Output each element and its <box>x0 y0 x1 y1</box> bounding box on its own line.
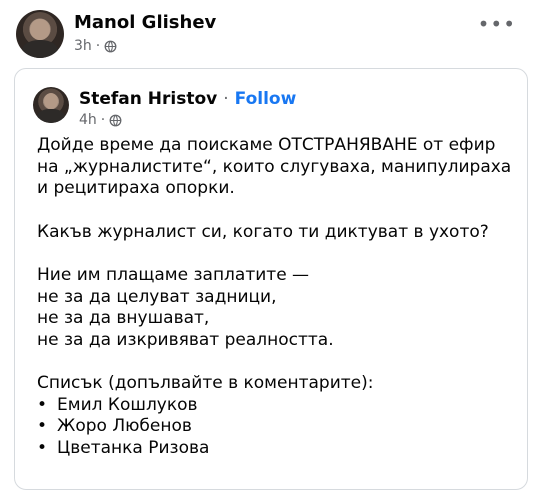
list-item: • Цветанка Ризова <box>37 438 517 460</box>
post-line: не за да целуват задници, <box>37 286 277 307</box>
shared-author-row: Stefan Hristov · Follow <box>79 89 296 109</box>
bullet: • <box>37 416 48 436</box>
list-item: • Жоро Любенов <box>37 416 517 438</box>
post-line: Ние им плащаме заплатите — <box>37 265 310 285</box>
post-line: Какъв журналист си, когато ти диктуват в… <box>37 221 489 242</box>
list-item-text: Емил Кошлуков <box>57 394 198 415</box>
list-item: • Емил Кошлуков <box>37 395 517 417</box>
shared-author-avatar[interactable] <box>33 87 69 123</box>
post-line: Списък (допълвайте в коментарите): <box>37 373 374 393</box>
more-horizontal-icon[interactable]: ••• <box>478 12 516 36</box>
shared-post-card[interactable]: Stefan Hristov · Follow 4h · Дойде време… <box>14 68 528 490</box>
post-line: не за да внушават, <box>37 308 210 328</box>
bullet: • <box>37 437 48 458</box>
meta-separator: · <box>95 38 101 54</box>
shared-post-meta: 4h · <box>79 112 122 128</box>
post-line: Дойде време да поискаме ОТСТРАНЯВАНЕ от … <box>37 135 496 155</box>
outer-post-header: Manol Glishev 3h · ••• <box>0 0 534 70</box>
post-text: Дойде време да поискаме ОТСТРАНЯВАНЕ от … <box>37 135 517 459</box>
post-meta: 3h · <box>74 38 117 54</box>
bullet: • <box>37 394 48 415</box>
post-time[interactable]: 3h <box>74 38 92 54</box>
globe-icon <box>104 40 117 52</box>
name-separator: · <box>223 89 229 109</box>
post-line: на „журналистите“, които слугуваха, мани… <box>37 156 512 177</box>
globe-icon <box>109 114 122 126</box>
follow-button[interactable]: Follow <box>235 89 297 109</box>
author-avatar[interactable] <box>16 10 64 58</box>
author-name[interactable]: Manol Glishev <box>74 12 216 33</box>
shared-author-name[interactable]: Stefan Hristov <box>79 89 217 109</box>
shared-post-time[interactable]: 4h <box>79 112 97 128</box>
list-item-text: Жоро Любенов <box>57 416 192 436</box>
meta-separator: · <box>100 112 106 128</box>
post-line: и рецитираха опорки. <box>37 178 235 198</box>
post-line: не за да изкривяват реалността. <box>37 329 334 350</box>
list-item-text: Цветанка Ризова <box>57 437 210 458</box>
